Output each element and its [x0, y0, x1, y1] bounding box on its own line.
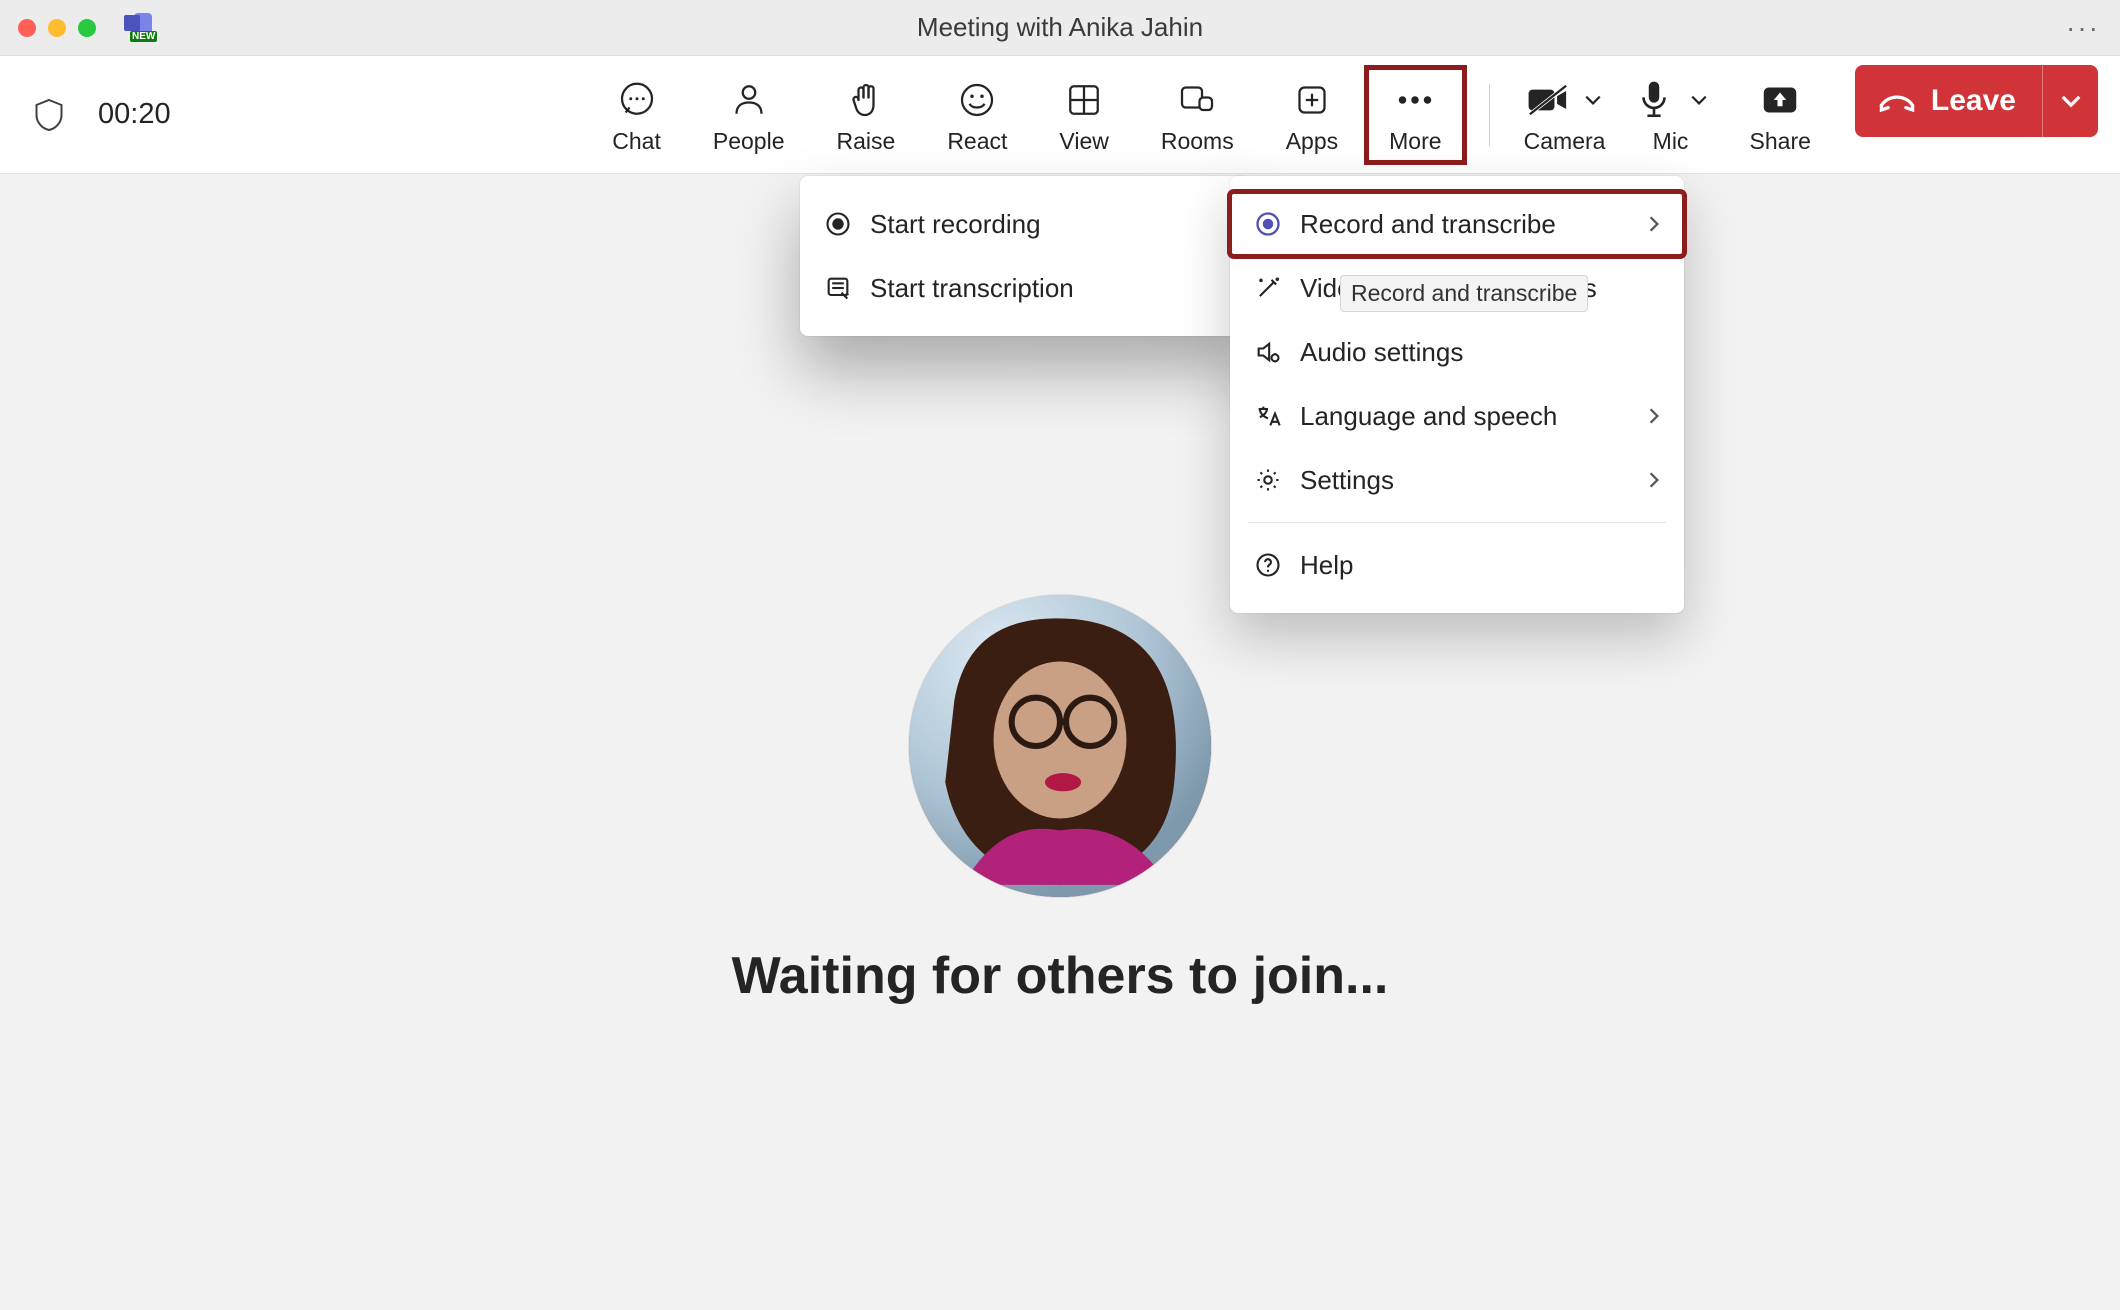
leave-button[interactable]: Leave [1855, 65, 2042, 137]
mic-chevron-icon[interactable] [1686, 94, 1712, 106]
record-transcribe-tooltip: Record and transcribe [1340, 275, 1588, 312]
record-circle-icon [1254, 210, 1298, 238]
mic-label: Mic [1653, 128, 1689, 155]
window-minimize-button[interactable] [48, 19, 66, 37]
settings-label: Settings [1300, 465, 1394, 496]
toolbar-separator [1489, 84, 1490, 146]
view-button[interactable]: View [1033, 65, 1134, 165]
smile-icon [957, 76, 997, 124]
raise-hand-button[interactable]: Raise [811, 65, 922, 165]
meeting-timer: 00:20 [98, 98, 171, 131]
help-label: Help [1300, 550, 1353, 581]
rooms-label: Rooms [1161, 128, 1234, 155]
camera-off-icon [1524, 83, 1572, 117]
speaker-gear-icon [1254, 338, 1298, 366]
record-and-transcribe-item[interactable]: Record and transcribe [1230, 192, 1684, 256]
view-label: View [1059, 128, 1108, 155]
grid-icon [1064, 76, 1104, 124]
gear-icon [1254, 466, 1298, 494]
chat-icon [617, 76, 657, 124]
rooms-button[interactable]: Rooms [1135, 65, 1260, 165]
share-label: Share [1750, 128, 1811, 155]
meeting-toolbar: 00:20 Chat Peopl [0, 56, 2120, 174]
mic-button[interactable]: Mic [1618, 65, 1724, 165]
window-zoom-button[interactable] [78, 19, 96, 37]
transcription-icon [824, 274, 868, 302]
start-transcription-item[interactable]: Start transcription [800, 256, 1250, 320]
leave-control: Leave [1855, 65, 2098, 137]
mic-icon [1630, 79, 1678, 121]
settings-item[interactable]: Settings [1230, 448, 1684, 512]
menu-separator [1248, 522, 1666, 523]
help-icon [1254, 551, 1298, 579]
leave-dropdown-button[interactable] [2042, 65, 2098, 137]
chevron-right-icon [1648, 471, 1660, 489]
camera-label: Camera [1524, 128, 1606, 155]
audio-settings-item[interactable]: Audio settings [1230, 320, 1684, 384]
magic-wand-icon [1254, 274, 1298, 302]
teams-app-icon: NEW [124, 13, 158, 43]
camera-button[interactable]: Camera [1512, 65, 1618, 165]
privacy-shield-icon[interactable] [34, 95, 68, 135]
chevron-right-icon [1648, 407, 1660, 425]
raise-label: Raise [837, 128, 896, 155]
share-screen-icon [1760, 76, 1800, 124]
more-ellipsis-icon [1395, 76, 1435, 124]
language-speech-item[interactable]: Language and speech [1230, 384, 1684, 448]
participant-avatar [908, 594, 1212, 898]
record-dot-icon [824, 210, 868, 238]
audio-settings-label: Audio settings [1300, 337, 1463, 368]
more-label: More [1389, 128, 1441, 155]
share-button[interactable]: Share [1724, 65, 1837, 165]
titlebar-more-icon[interactable]: ··· [2066, 12, 2100, 44]
app-new-badge: NEW [130, 31, 157, 42]
language-speech-label: Language and speech [1300, 401, 1557, 432]
apps-icon [1292, 76, 1332, 124]
meeting-stage: Waiting for others to join... [0, 174, 2120, 1310]
more-button[interactable]: More [1364, 65, 1466, 165]
react-button[interactable]: React [921, 65, 1033, 165]
people-button[interactable]: People [687, 65, 811, 165]
leave-label: Leave [1931, 84, 2016, 118]
window-title: Meeting with Anika Jahin [917, 12, 1203, 43]
react-label: React [947, 128, 1007, 155]
help-item[interactable]: Help [1230, 533, 1684, 597]
apps-button[interactable]: Apps [1260, 65, 1364, 165]
camera-chevron-icon[interactable] [1580, 94, 1606, 106]
people-label: People [713, 128, 785, 155]
start-recording-item[interactable]: Start recording [800, 192, 1250, 256]
breakout-rooms-icon [1177, 76, 1217, 124]
waiting-text: Waiting for others to join... [732, 946, 1389, 1006]
raise-hand-icon [846, 76, 886, 124]
chevron-right-icon [1648, 215, 1660, 233]
apps-label: Apps [1286, 128, 1338, 155]
more-menu: Record and transcribe Video effects and … [1230, 176, 1684, 613]
record-submenu: Start recording Start transcription [800, 176, 1250, 336]
chat-button[interactable]: Chat [586, 65, 687, 165]
titlebar: NEW Meeting with Anika Jahin ··· [0, 0, 2120, 56]
chat-label: Chat [612, 128, 661, 155]
translate-icon [1254, 402, 1298, 430]
record-and-transcribe-label: Record and transcribe [1300, 209, 1556, 240]
start-recording-label: Start recording [870, 209, 1041, 240]
window-close-button[interactable] [18, 19, 36, 37]
start-transcription-label: Start transcription [870, 273, 1074, 304]
window-controls [18, 19, 96, 37]
people-icon [729, 76, 769, 124]
